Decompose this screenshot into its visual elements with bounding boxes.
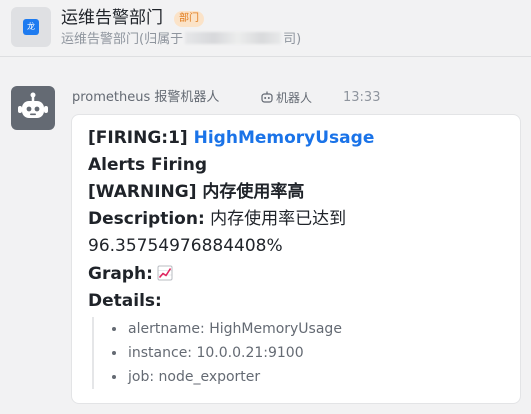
warning-line: [WARNING] 内存使用率高 bbox=[88, 182, 305, 202]
firing-prefix: [FIRING:1] bbox=[88, 128, 188, 148]
redacted-company-name bbox=[185, 32, 282, 44]
description-line: Description: 内存使用率已达到 bbox=[88, 206, 346, 232]
description-value: 96.35754976884408% bbox=[88, 236, 283, 256]
alerts-firing-heading: Alerts Firing bbox=[88, 155, 207, 175]
bot-avatar[interactable] bbox=[11, 86, 55, 130]
chat-header: 龙 运维告警部门 部门 运维告警部门(归属于 司) bbox=[0, 0, 531, 57]
detail-job: job: node_exporter bbox=[104, 365, 342, 389]
detail-alertname: alertname: HighMemoryUsage bbox=[104, 317, 342, 341]
group-subtitle-prefix: 运维告警部门(归属于 bbox=[61, 32, 184, 47]
alert-message-card: [FIRING:1] HighMemoryUsage Alerts Firing… bbox=[71, 114, 521, 404]
group-logo-icon: 龙 bbox=[23, 19, 39, 35]
detail-instance: instance: 10.0.0.21:9100 bbox=[104, 341, 342, 365]
department-tag: 部门 bbox=[174, 11, 204, 27]
message-time: 13:33 bbox=[343, 90, 381, 105]
graph-line: Graph: bbox=[88, 261, 173, 287]
robot-icon bbox=[18, 92, 48, 118]
description-label: Description: bbox=[88, 209, 205, 229]
details-label: Details: bbox=[88, 291, 162, 311]
group-title[interactable]: 运维告警部门 bbox=[61, 8, 163, 28]
details-list: alertname: HighMemoryUsage instance: 10.… bbox=[92, 317, 342, 389]
firing-line: [FIRING:1] HighMemoryUsage bbox=[88, 125, 374, 151]
alert-name-link[interactable]: HighMemoryUsage bbox=[194, 128, 375, 148]
group-subtitle: 运维告警部门(归属于 司) bbox=[61, 31, 301, 49]
group-avatar[interactable]: 龙 bbox=[11, 7, 51, 47]
chart-increasing-icon[interactable] bbox=[157, 265, 173, 281]
graph-label: Graph: bbox=[88, 264, 153, 284]
description-text: 内存使用率已达到 bbox=[210, 209, 347, 229]
bot-badge-label: 机器人 bbox=[276, 91, 313, 105]
robot-badge-icon bbox=[261, 91, 273, 103]
bot-badge: 机器人 bbox=[260, 89, 312, 107]
sender-name[interactable]: prometheus 报警机器人 bbox=[72, 89, 219, 107]
group-subtitle-suffix: 司) bbox=[283, 32, 302, 47]
